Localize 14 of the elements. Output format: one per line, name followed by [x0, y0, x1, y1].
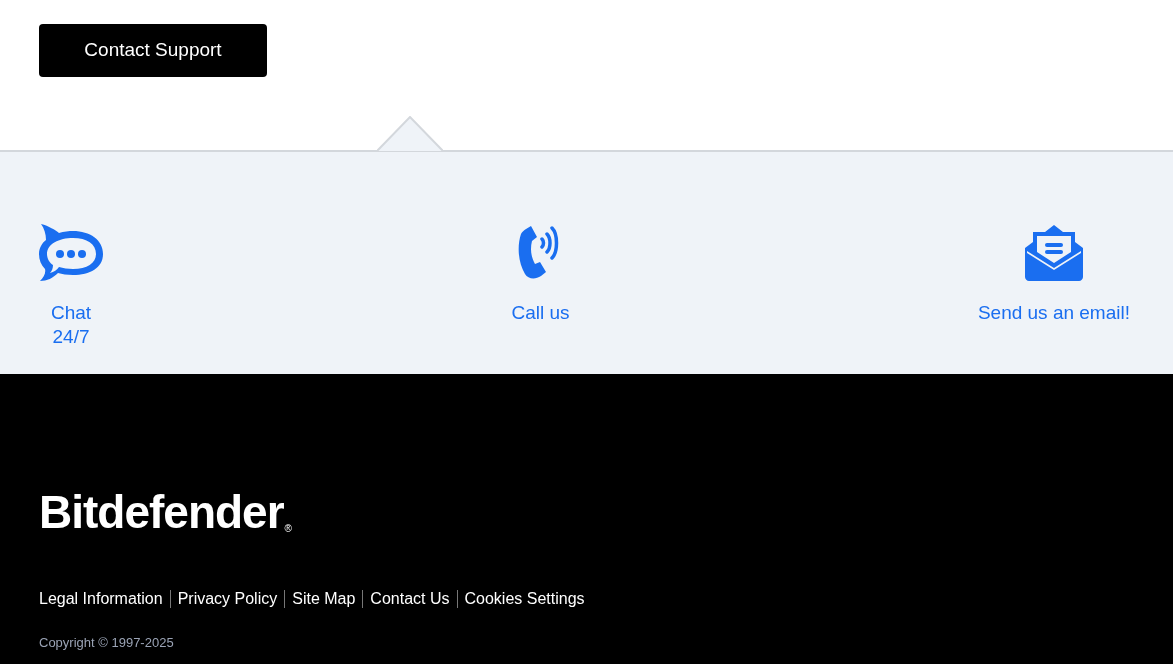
chat-bubble-icon: [39, 224, 103, 281]
logo-wordmark: Bitdefender: [39, 489, 284, 535]
contact-option-link[interactable]: Chat 24/7: [39, 301, 103, 349]
open-envelope-icon: [1024, 224, 1083, 281]
footer-link[interactable]: Cookies Settings: [464, 587, 585, 611]
footer-link[interactable]: Site Map: [292, 587, 356, 611]
footer-link[interactable]: Legal Information: [39, 587, 163, 611]
footer-link[interactable]: Privacy Policy: [177, 587, 278, 611]
registered-mark: ®: [284, 524, 292, 534]
footer-link[interactable]: Contact Us: [370, 587, 450, 611]
contact-support-button[interactable]: Contact Support: [39, 24, 267, 77]
copyright-text: Copyright © 1997-2025: [39, 634, 175, 652]
contact-option-link[interactable]: Send us an email!: [977, 301, 1130, 325]
contact-option-link[interactable]: Call us: [511, 301, 570, 325]
